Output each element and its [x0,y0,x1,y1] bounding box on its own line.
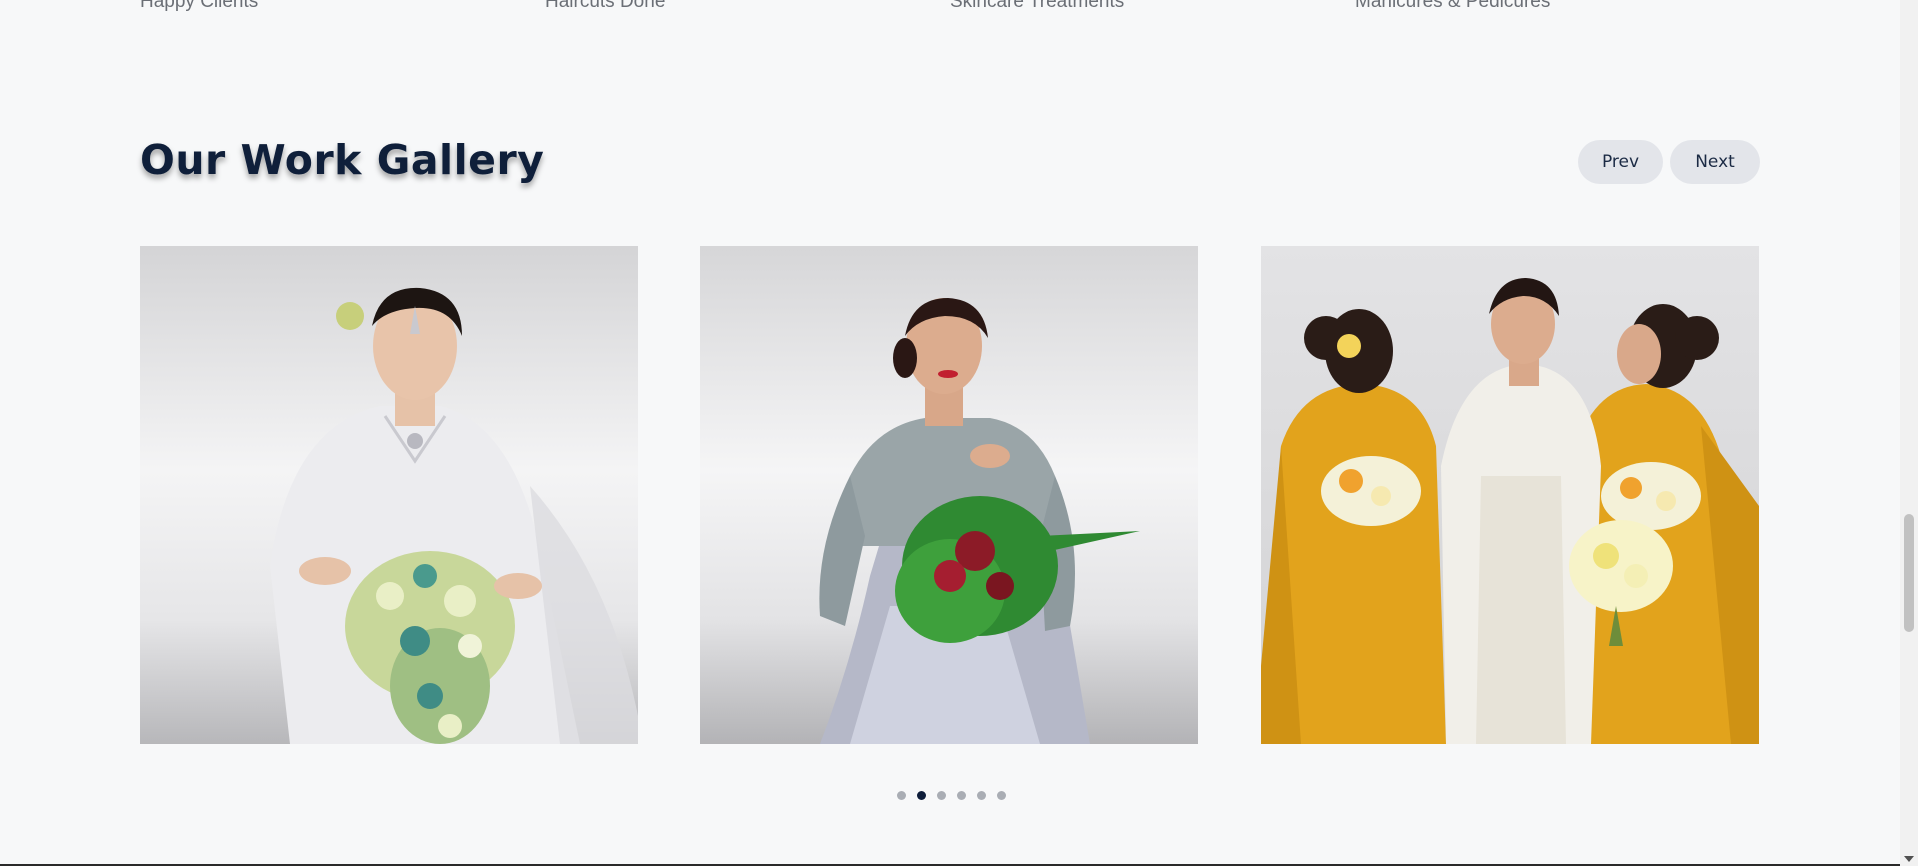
carousel-dot-2[interactable] [917,791,926,800]
carousel-dot-6[interactable] [997,791,1006,800]
bride-white-saree-image [140,246,638,744]
gallery-image-bride-grey-lehenga[interactable] [700,246,1198,744]
gallery-image-bridal-party[interactable] [1261,246,1759,744]
prev-button[interactable]: Prev [1578,140,1663,184]
carousel-dot-1[interactable] [897,791,906,800]
stat-label: Happy Clients [140,0,259,12]
scroll-down-arrow-icon[interactable] [1904,856,1914,862]
stat-label: Haircuts Done [545,0,666,12]
stat-label: Skincare Treatments [950,0,1125,12]
page-scrollbar[interactable] [1900,0,1918,866]
carousel-dot-4[interactable] [957,791,966,800]
gallery-image-bride-white-saree[interactable] [140,246,638,744]
carousel-pagination [897,791,1006,800]
carousel-dot-5[interactable] [977,791,986,800]
stats-row: Happy Clients Haircuts Done Skincare Tre… [140,0,1760,13]
stat-label: Manicures & Pedicures [1355,0,1551,12]
scrollbar-thumb[interactable] [1904,514,1914,632]
carousel-dot-3[interactable] [937,791,946,800]
gallery-title: Our Work Gallery [140,136,545,184]
gallery-carousel [140,246,1760,744]
gallery-navigation: Prev Next [1578,140,1760,184]
bridal-party-image [1261,246,1759,744]
bride-grey-lehenga-image [700,246,1198,744]
next-button[interactable]: Next [1670,140,1760,184]
